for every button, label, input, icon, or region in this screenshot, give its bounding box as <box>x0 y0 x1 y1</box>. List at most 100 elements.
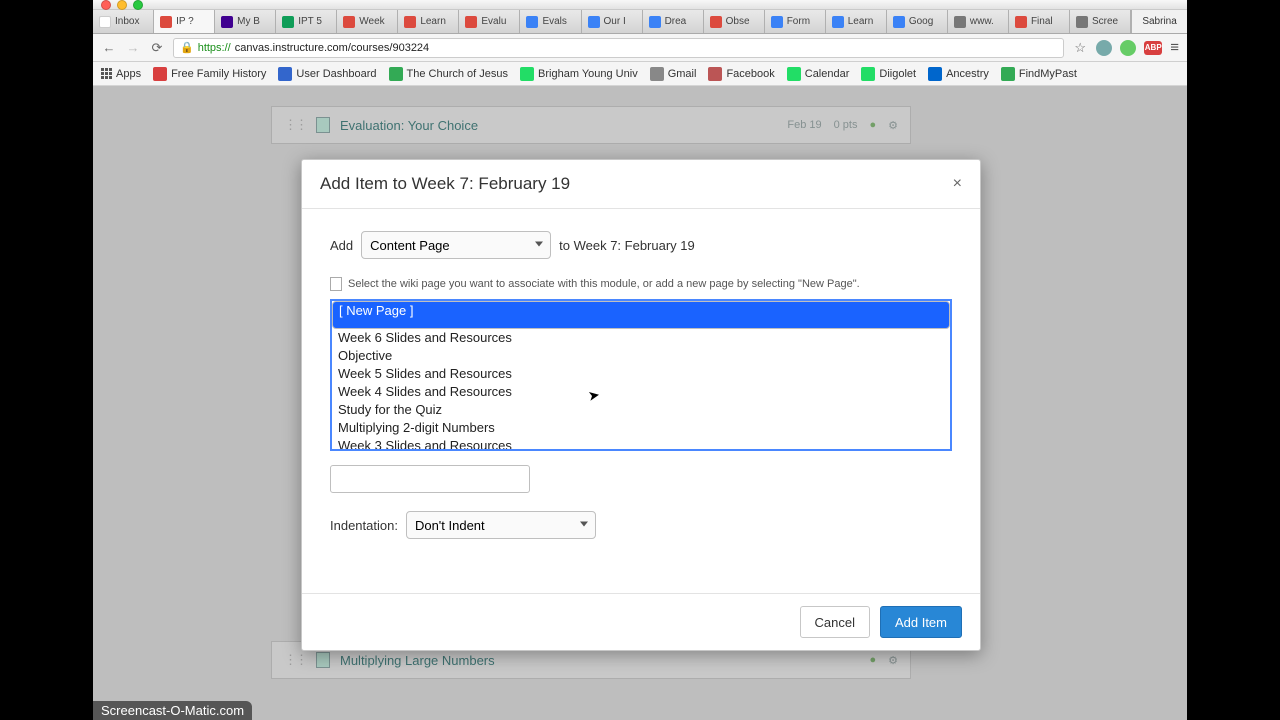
bookmark[interactable]: Gmail <box>650 67 697 81</box>
bookmark[interactable]: User Dashboard <box>278 67 376 81</box>
tab-label: Inbox <box>115 16 139 27</box>
bookmark[interactable]: Diigolet <box>861 67 916 81</box>
bookmark-label: User Dashboard <box>296 68 376 80</box>
bookmark[interactable]: Apps <box>101 68 141 80</box>
page-icon <box>330 277 342 291</box>
add-type-row: Add Content Page to Week 7: February 19 <box>330 231 952 259</box>
forward-button[interactable]: → <box>125 40 141 55</box>
chrome-menu-icon[interactable]: ≡ <box>1170 39 1179 56</box>
indent-row: Indentation: Don't Indent <box>330 511 952 539</box>
bookmark-icon <box>1001 67 1015 81</box>
modal-footer: Cancel Add Item <box>302 593 980 650</box>
bookmark-icon <box>520 67 534 81</box>
url-rest: canvas.instructure.com/courses/903224 <box>235 42 429 54</box>
favicon <box>588 16 600 28</box>
page-option[interactable]: Study for the Quiz <box>332 401 950 419</box>
browser-tab[interactable]: My B <box>215 10 276 33</box>
tab-label: Final <box>1031 16 1053 27</box>
favicon <box>99 16 111 28</box>
bookmark[interactable]: The Church of Jesus <box>389 67 509 81</box>
add-label: Add <box>330 238 353 253</box>
favicon <box>526 16 538 28</box>
bookmark[interactable]: Facebook <box>708 67 774 81</box>
page-option[interactable]: Week 4 Slides and Resources <box>332 383 950 401</box>
bookmark-label: Ancestry <box>946 68 989 80</box>
favicon <box>465 16 477 28</box>
tab-label: Obse <box>726 16 750 27</box>
cancel-button[interactable]: Cancel <box>800 606 870 638</box>
back-button[interactable]: ← <box>101 40 117 55</box>
page-option[interactable]: Week 3 Slides and Resources <box>332 437 950 451</box>
bookmark[interactable]: FindMyPast <box>1001 67 1077 81</box>
bookmark-label: FindMyPast <box>1019 68 1077 80</box>
item-type-select[interactable]: Content Page <box>361 231 551 259</box>
browser-tab[interactable]: Final <box>1009 10 1070 33</box>
browser-tab[interactable]: www. <box>948 10 1009 33</box>
browser-tab[interactable]: IPT 5 <box>276 10 337 33</box>
new-page-name-input[interactable] <box>330 465 530 493</box>
modal-header: Add Item to Week 7: February 19 × <box>302 160 980 209</box>
favicon <box>1015 16 1027 28</box>
bookmark-icon <box>650 67 664 81</box>
window-max-dot[interactable] <box>133 0 143 10</box>
window-close-dot[interactable] <box>101 0 111 10</box>
reload-button[interactable]: ⟳ <box>149 40 165 56</box>
indent-select[interactable]: Don't Indent <box>406 511 596 539</box>
page-option[interactable]: Multiplying 2-digit Numbers <box>332 419 950 437</box>
browser-tab[interactable]: Week <box>337 10 398 33</box>
bookmark-icon <box>153 67 167 81</box>
add-item-button[interactable]: Add Item <box>880 606 962 638</box>
browser-profile[interactable]: Sabrina <box>1131 10 1187 33</box>
ext-icon-2[interactable] <box>1120 40 1136 56</box>
browser-tab[interactable]: Goog <box>887 10 948 33</box>
page-option[interactable]: Week 6 Slides and Resources <box>332 329 950 347</box>
favicon <box>893 16 905 28</box>
bookmark-label: Apps <box>116 68 141 80</box>
bookmark[interactable]: Calendar <box>787 67 850 81</box>
favicon <box>832 16 844 28</box>
adblock-icon[interactable]: ABP <box>1144 41 1162 55</box>
browser-tab[interactable]: Evals <box>520 10 581 33</box>
browser-tab[interactable]: Learn <box>826 10 887 33</box>
bookmark-star-icon[interactable]: ☆ <box>1072 40 1088 56</box>
page-option[interactable]: Objective <box>332 347 950 365</box>
tab-label: www. <box>970 16 994 27</box>
page-option[interactable]: [ New Page ] <box>332 301 950 329</box>
browser-tab[interactable]: IP ? <box>154 10 215 33</box>
bookmark-icon <box>278 67 292 81</box>
lock-icon: 🔒 <box>180 41 194 54</box>
window-min-dot[interactable] <box>117 0 127 10</box>
tab-label: IP ? <box>176 16 194 27</box>
tab-strip: Inbox IP ? My BIPT 5Week Learn EvaluEvals Our… <box>93 10 1187 34</box>
page-list[interactable]: [ New Page ]Week 6 Slides and ResourcesO… <box>330 299 952 451</box>
browser-tab[interactable]: Scree <box>1070 10 1131 33</box>
browser-toolbar: ← → ⟳ 🔒 https://canvas.instructure.com/c… <box>93 34 1187 62</box>
close-icon[interactable]: × <box>953 175 962 193</box>
browser-tab[interactable]: Inbox <box>93 10 154 33</box>
browser-tab[interactable]: Form <box>765 10 826 33</box>
browser-tab[interactable]: Evalu <box>459 10 520 33</box>
browser-tab[interactable]: Learn <box>398 10 459 33</box>
favicon <box>649 16 661 28</box>
watermark: Screencast-O-Matic.com <box>93 701 252 720</box>
bookmark-label: Calendar <box>805 68 850 80</box>
add-item-modal: Add Item to Week 7: February 19 × Add Co… <box>301 159 981 651</box>
browser-tab[interactable]: Obse <box>704 10 765 33</box>
bookmark[interactable]: Free Family History <box>153 67 266 81</box>
address-bar[interactable]: 🔒 https://canvas.instructure.com/courses… <box>173 38 1064 58</box>
bookmark-icon <box>708 67 722 81</box>
tab-label: Scree <box>1092 16 1118 27</box>
tab-label: Goog <box>909 16 933 27</box>
tab-label: Learn <box>420 16 446 27</box>
bookmark-icon <box>787 67 801 81</box>
bookmark[interactable]: Ancestry <box>928 67 989 81</box>
browser-tab[interactable]: Our I <box>582 10 643 33</box>
tab-label: Our I <box>604 16 626 27</box>
browser-tab[interactable]: Drea <box>643 10 704 33</box>
ext-icon-1[interactable] <box>1096 40 1112 56</box>
bookmark[interactable]: Brigham Young Univ <box>520 67 638 81</box>
apps-icon <box>101 68 112 79</box>
tab-label: Form <box>787 16 810 27</box>
modal-body: Add Content Page to Week 7: February 19 … <box>302 209 980 593</box>
page-option[interactable]: Week 5 Slides and Resources <box>332 365 950 383</box>
